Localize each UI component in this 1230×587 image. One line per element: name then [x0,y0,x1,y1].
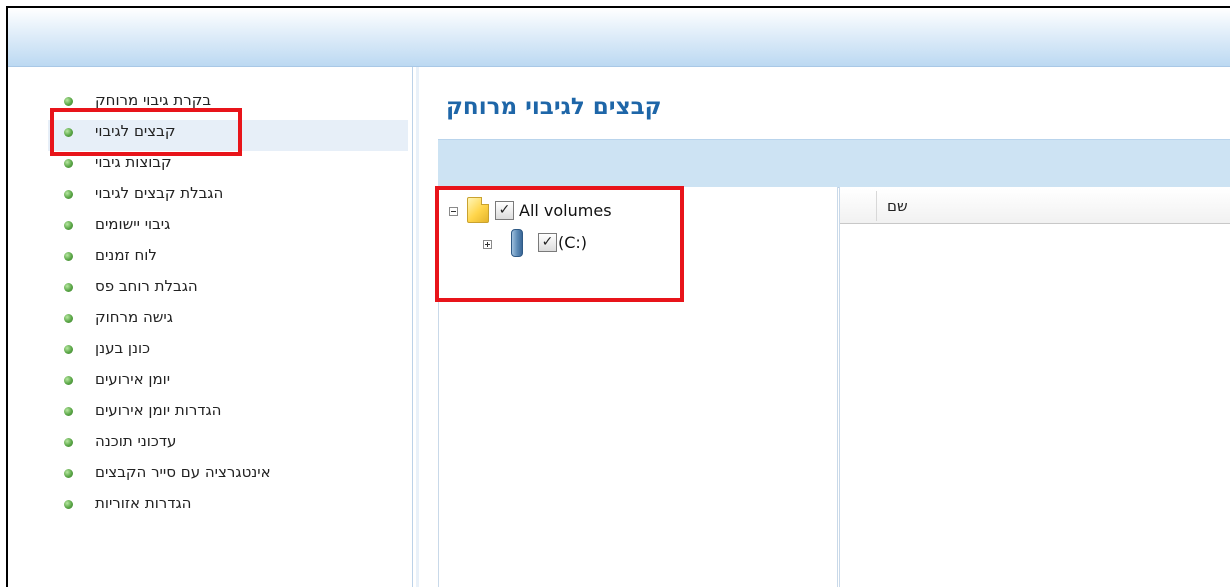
bullet-icon [64,438,73,447]
page-title: קבצים לגיבוי מרוחק [446,94,662,120]
sidebar-item[interactable]: קבצים לגיבוי [48,120,408,151]
list-header: שם [840,189,1230,224]
sidebar-item[interactable]: עדכוני תוכנה [48,430,408,461]
sidebar: בקרת גיבוי מרוחק קבצים לגיבוי קבוצות גיבוי… [8,67,413,587]
sidebar-item-label: הגדרות אזוריות [95,494,192,512]
bullet-icon [64,221,73,230]
tree-node-label: All volumes [519,201,612,220]
folder-icon [467,197,489,223]
sidebar-item[interactable]: קבוצות גיבוי [48,151,408,182]
folder-tree-pane[interactable]: ✓ All volumes ✓ (C:) [438,187,838,587]
sidebar-item-label: יומן אירועים [95,370,171,388]
column-separator[interactable] [876,191,877,221]
sidebar-item-label: לוח זמנים [95,246,157,264]
toolbar [438,139,1230,188]
main-content: קבצים לגיבוי מרוחק ✓ All volumes ✓ (C:) … [419,67,1230,587]
sidebar-item-label: הגבלת רוחב פס [95,277,198,295]
bullet-icon [64,345,73,354]
bullet-icon [64,407,73,416]
sidebar-item-label: עדכוני תוכנה [95,432,177,450]
bullet-icon [64,283,73,292]
sidebar-item-label: גישה מרחוק [95,308,173,326]
sidebar-item-label: קבצים לגיבוי [95,122,176,140]
bullet-icon [64,190,73,199]
bullet-icon [64,97,73,106]
bullet-icon [64,469,73,478]
bullet-icon [64,252,73,261]
sidebar-item-label: קבוצות גיבוי [95,153,172,171]
tree-node-label: (C:) [558,233,588,252]
drive-icon [511,229,523,257]
bullet-icon [64,314,73,323]
sidebar-item[interactable]: הגדרות יומן אירועים [48,399,408,430]
bullet-icon [64,128,73,137]
bullet-icon [64,500,73,509]
app-window: בקרת גיבוי מרוחק קבצים לגיבוי קבוצות גיבוי… [6,6,1230,587]
sidebar-item-label: בקרת גיבוי מרוחק [95,91,212,109]
top-banner [8,8,1230,67]
sidebar-item-label: הגדרות יומן אירועים [95,401,222,419]
sidebar-item[interactable]: גישה מרחוק [48,306,408,337]
file-list-pane[interactable]: שם [839,187,1230,587]
sidebar-item-label: כונן בענן [95,339,151,357]
sidebar-item[interactable]: לוח זמנים [48,244,408,275]
sidebar-item[interactable]: גיבוי יישומים [48,213,408,244]
bullet-icon [64,376,73,385]
column-header-name[interactable]: שם [887,197,908,215]
sidebar-item[interactable]: יומן אירועים [48,368,408,399]
sidebar-item-label: הגבלת קבצים לגיבוי [95,184,224,202]
sidebar-item-label: גיבוי יישומים [95,215,171,233]
tree-node-drive-c[interactable]: ✓ (C:) [483,229,633,257]
tree-node-all-volumes[interactable]: ✓ All volumes [449,197,659,223]
sidebar-item[interactable]: הגבלת רוחב פס [48,275,408,306]
sidebar-menu: בקרת גיבוי מרוחק קבצים לגיבוי קבוצות גיבוי… [48,89,408,523]
sidebar-item[interactable]: בקרת גיבוי מרוחק [48,89,408,120]
expand-icon[interactable] [483,240,492,249]
collapse-icon[interactable] [449,207,458,216]
sidebar-item[interactable]: הגבלת קבצים לגיבוי [48,182,408,213]
bullet-icon [64,159,73,168]
sidebar-item[interactable]: הגדרות אזוריות [48,492,408,523]
sidebar-item[interactable]: אינטגרציה עם סייר הקבצים [48,461,408,492]
drive-c-checkbox[interactable]: ✓ [538,233,557,252]
sidebar-item-label: אינטגרציה עם סייר הקבצים [95,463,271,481]
sidebar-item[interactable]: כונן בענן [48,337,408,368]
all-volumes-checkbox[interactable]: ✓ [495,201,514,220]
